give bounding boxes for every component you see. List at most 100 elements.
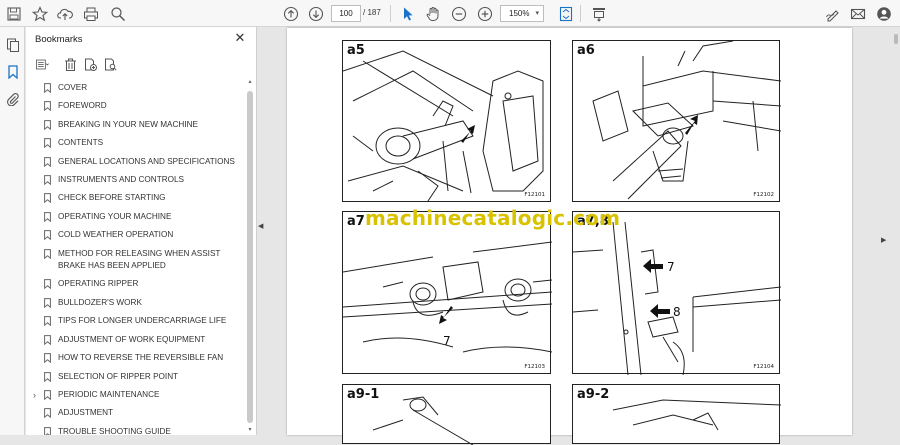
bookmarks-icon[interactable] bbox=[4, 63, 21, 80]
bookmark-scrollbar[interactable]: ▴ ▾ bbox=[246, 79, 254, 435]
figure-a9-2: a9-2 bbox=[572, 384, 781, 444]
bookmark-label: ADJUSTMENT OF WORK EQUIPMENT bbox=[58, 334, 206, 344]
thumbnails-icon[interactable] bbox=[4, 36, 21, 53]
upload-icon[interactable] bbox=[54, 3, 76, 24]
figure-a5-drawing bbox=[343, 50, 544, 202]
expand-chevron-icon[interactable]: › bbox=[33, 389, 36, 401]
bookmark-icon bbox=[44, 101, 51, 112]
bookmark-label: COVER bbox=[58, 83, 88, 92]
bookmark-item[interactable]: BULLDOZER'S WORK bbox=[26, 294, 246, 312]
figure-label: a5 bbox=[347, 43, 365, 58]
zoom-search-icon[interactable] bbox=[107, 3, 129, 24]
figure-a9-1: a9-1 bbox=[342, 384, 551, 445]
attachments-icon[interactable] bbox=[4, 90, 21, 107]
bookmark-label: HOW TO REVERSE THE REVERSIBLE FAN bbox=[58, 353, 224, 363]
bookmark-label: SELECTION OF RIPPER POINT bbox=[58, 371, 179, 381]
bookmark-item[interactable]: CONTENTS bbox=[26, 134, 246, 152]
bookmark-label: CHECK BEFORE STARTING bbox=[58, 193, 166, 203]
bookmark-item[interactable]: TROUBLE SHOOTING GUIDE bbox=[26, 423, 246, 435]
document-viewer[interactable]: a5 F12101 a6 F12102 7 a7 F12103 7 8 a7,8… bbox=[257, 28, 900, 445]
callout-7: 7 bbox=[443, 334, 451, 348]
bookmark-options-icon[interactable] bbox=[33, 55, 51, 73]
bookmark-list: COVER FOREWORD BREAKING IN YOUR NEW MACHIN… bbox=[26, 79, 246, 435]
figure-a5: a5 F12101 bbox=[342, 40, 551, 202]
bookmark-label: METHOD FOR RELEASING WHEN ASSIST BRAKE H… bbox=[58, 248, 221, 271]
page-down-icon[interactable] bbox=[305, 3, 327, 24]
email-icon[interactable] bbox=[847, 3, 869, 24]
bookmark-item[interactable]: ADJUSTMENT OF WORK EQUIPMENT bbox=[26, 331, 246, 349]
bookmark-item[interactable]: GENERAL LOCATIONS AND SPECIFICATIONS bbox=[26, 153, 246, 171]
bookmark-icon bbox=[44, 426, 51, 435]
watermark-text: machinecatalogic.com bbox=[365, 206, 621, 230]
bookmark-icon bbox=[44, 408, 51, 419]
figure-a6-drawing bbox=[592, 41, 781, 200]
figure-a7-8: 7 8 a7,8 F12104 bbox=[572, 211, 781, 375]
collapse-panel-icon[interactable]: ◀ bbox=[258, 222, 263, 230]
bookmark-label: FOREWORD bbox=[58, 101, 107, 111]
bookmark-label: TIPS FOR LONGER UNDERCARRIAGE LIFE bbox=[58, 316, 227, 326]
bookmark-item[interactable]: OPERATING YOUR MACHINE bbox=[26, 208, 246, 226]
top-toolbar: 100 / 187 150% ▾ bbox=[0, 0, 900, 27]
bookmark-item[interactable]: COVER bbox=[26, 79, 246, 97]
page-up-icon[interactable] bbox=[280, 3, 302, 24]
print-icon[interactable] bbox=[80, 3, 102, 24]
zoom-level-select[interactable]: 150% ▾ bbox=[500, 5, 544, 22]
zoom-level-value: 150% bbox=[509, 9, 530, 18]
save-icon[interactable] bbox=[3, 3, 25, 24]
bookmark-item[interactable]: ADJUSTMENT bbox=[26, 404, 246, 422]
bookmark-item[interactable]: INSTRUMENTS AND CONTROLS bbox=[26, 171, 246, 189]
bookmark-item[interactable]: METHOD FOR RELEASING WHEN ASSIST BRAKE H… bbox=[26, 245, 246, 276]
figure-code: F12101 bbox=[524, 192, 545, 198]
zoom-out-icon[interactable] bbox=[448, 3, 470, 24]
delete-icon[interactable] bbox=[61, 55, 79, 73]
bookmark-icon bbox=[44, 279, 51, 290]
bookmark-icon bbox=[44, 193, 51, 204]
pdf-page: a5 F12101 a6 F12102 7 a7 F12103 7 8 a7,8… bbox=[287, 28, 852, 445]
bookmark-label: CONTENTS bbox=[58, 138, 104, 148]
bookmark-icon bbox=[44, 211, 51, 222]
scroll-mode-icon[interactable] bbox=[588, 3, 610, 24]
page-number-input[interactable]: 100 bbox=[331, 5, 361, 22]
bookmark-label: BULLDOZER'S WORK bbox=[58, 297, 142, 307]
expand-right-pane-icon[interactable]: ▶ bbox=[881, 236, 886, 244]
bookmark-item[interactable]: FOREWORD bbox=[26, 97, 246, 115]
close-icon[interactable]: ✕ bbox=[233, 31, 247, 45]
sign-icon[interactable] bbox=[822, 3, 844, 24]
scroll-down-icon[interactable]: ▾ bbox=[247, 427, 253, 433]
select-cursor-icon[interactable] bbox=[397, 3, 419, 24]
bookmark-item[interactable]: SELECTION OF RIPPER POINT bbox=[26, 368, 246, 386]
bookmark-item[interactable]: CHECK BEFORE STARTING bbox=[26, 189, 246, 207]
account-icon[interactable] bbox=[873, 3, 895, 24]
scroll-thumb[interactable] bbox=[247, 91, 253, 423]
bookmark-item[interactable]: › PERIODIC MAINTENANCE bbox=[26, 386, 246, 404]
bookmark-item[interactable]: TIPS FOR LONGER UNDERCARRIAGE LIFE bbox=[26, 312, 246, 330]
new-bookmark-icon[interactable] bbox=[81, 55, 99, 73]
bookmark-item[interactable]: OPERATING RIPPER bbox=[26, 275, 246, 293]
bookmarks-panel: Bookmarks ✕ COVER FOREWORD BREAKING IN YOU… bbox=[26, 27, 257, 435]
bookmark-icon bbox=[44, 175, 51, 186]
figure-code: F12102 bbox=[753, 192, 774, 198]
figure-label: a9-2 bbox=[577, 387, 610, 402]
bookmark-item[interactable]: HOW TO REVERSE THE REVERSIBLE FAN bbox=[26, 349, 246, 367]
figure-code: F12103 bbox=[524, 364, 545, 370]
document-scroll-thumb[interactable] bbox=[894, 34, 898, 44]
bookmark-item[interactable]: BREAKING IN YOUR NEW MACHINE bbox=[26, 116, 246, 134]
chevron-down-icon: ▾ bbox=[535, 10, 539, 17]
bookmark-star-icon[interactable] bbox=[29, 3, 51, 24]
hand-icon[interactable] bbox=[422, 3, 444, 24]
document-scrollbar[interactable] bbox=[892, 28, 900, 435]
figure-label: a6 bbox=[577, 43, 595, 58]
callout-8: 8 bbox=[673, 305, 681, 319]
page-total-label: / 187 bbox=[363, 8, 381, 17]
fit-page-icon[interactable] bbox=[555, 3, 577, 24]
find-bookmark-icon[interactable] bbox=[101, 55, 119, 73]
figure-a7-8-drawing: 7 8 bbox=[573, 221, 781, 375]
bookmark-icon bbox=[44, 297, 51, 308]
scroll-up-icon[interactable]: ▴ bbox=[247, 79, 253, 85]
figure-a6: a6 F12102 bbox=[572, 40, 781, 202]
bookmark-item[interactable]: COLD WEATHER OPERATION bbox=[26, 226, 246, 244]
zoom-in-icon[interactable] bbox=[474, 3, 496, 24]
bookmark-icon bbox=[44, 316, 51, 327]
figure-label: a9-1 bbox=[347, 387, 380, 402]
bookmark-icon bbox=[44, 138, 51, 149]
